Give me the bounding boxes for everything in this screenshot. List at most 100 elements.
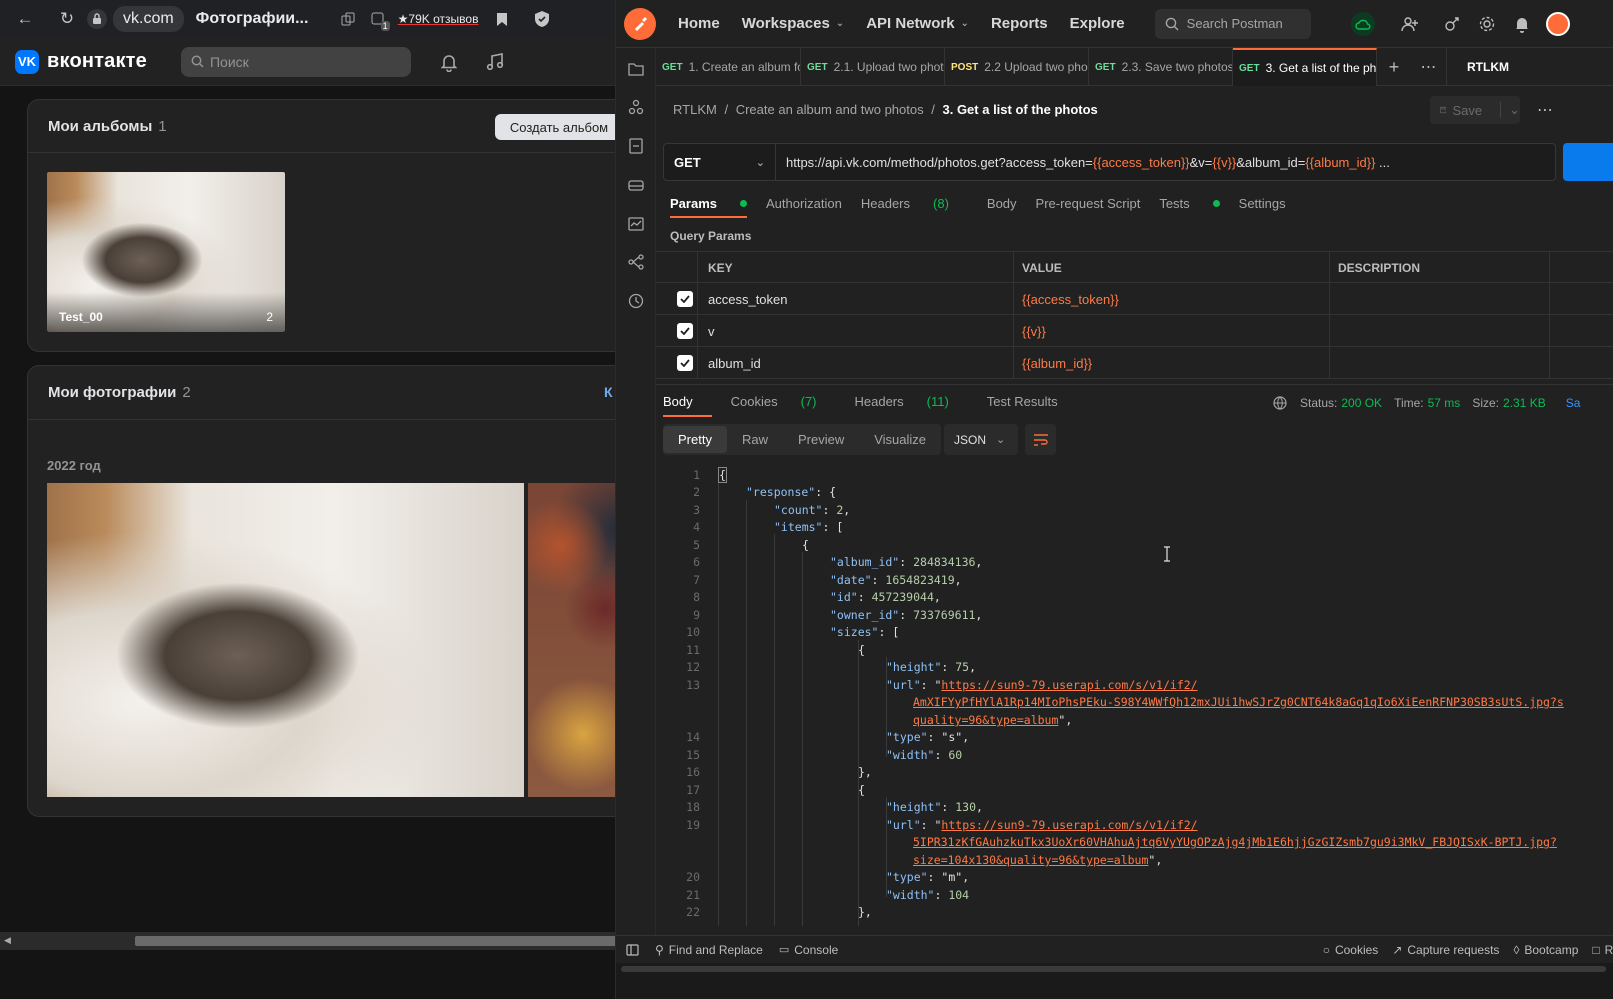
url-input[interactable]: https://api.vk.com/method/photos.get?acc…: [786, 155, 1390, 170]
send-button[interactable]: [1563, 143, 1613, 181]
scroll-left-icon[interactable]: ◀: [4, 935, 11, 946]
reload-icon[interactable]: ↻: [55, 7, 79, 31]
nav-reports[interactable]: Reports: [991, 15, 1048, 32]
response-body-editor[interactable]: 1{ 2 "response": { 3 "count": 2, 4 "items":…: [656, 464, 1613, 926]
checkbox[interactable]: [677, 291, 693, 307]
json-url-link[interactable]: https://sun9-79.userapi.com/s/v1/if2/: [941, 818, 1197, 832]
vk-search-input[interactable]: Поиск: [180, 46, 411, 77]
param-key[interactable]: album_id: [698, 347, 1014, 379]
back-icon[interactable]: ←: [13, 7, 37, 31]
param-value[interactable]: {{album_id}}: [1014, 347, 1330, 379]
tab-response-cookies[interactable]: Cookies (7): [731, 394, 836, 409]
photo-kitten[interactable]: [47, 483, 524, 797]
collections-icon[interactable]: [627, 60, 645, 78]
save-button[interactable]: Save ⌄: [1430, 96, 1520, 124]
runner-button[interactable]: □Ru: [1592, 943, 1613, 957]
tab-headers[interactable]: Headers (8): [861, 196, 968, 211]
param-description[interactable]: [1330, 315, 1550, 347]
reviews-link[interactable]: ★79K отзывов: [398, 12, 479, 26]
view-visualize[interactable]: Visualize: [859, 426, 941, 453]
more-options-icon[interactable]: ⋯: [1537, 100, 1553, 120]
nav-explore[interactable]: Explore: [1070, 15, 1125, 32]
postman-logo-icon[interactable]: [624, 7, 656, 40]
nav-home[interactable]: Home: [678, 15, 720, 32]
param-description[interactable]: [1330, 347, 1550, 379]
size-value[interactable]: 2.31 KB: [1503, 396, 1546, 410]
capture-requests-button[interactable]: ↗ Capture requests: [1392, 943, 1499, 957]
new-tab-icon[interactable]: +: [1377, 48, 1411, 86]
view-raw[interactable]: Raw: [727, 426, 783, 453]
time-value[interactable]: 57 ms: [1428, 396, 1461, 410]
lock-icon[interactable]: [87, 9, 107, 29]
monitors-icon[interactable]: [627, 215, 645, 233]
satellite-icon[interactable]: [1443, 15, 1461, 33]
create-album-button[interactable]: Создать альбом: [495, 114, 623, 140]
bell-icon[interactable]: [439, 52, 459, 72]
request-tab[interactable]: GET 2.1. Upload two phot: [801, 48, 945, 86]
globe-icon[interactable]: [1272, 395, 1288, 411]
tab-response-body[interactable]: Body: [663, 394, 712, 417]
photos-action-link[interactable]: К: [604, 384, 613, 400]
mock-servers-icon[interactable]: [627, 176, 645, 194]
url-domain[interactable]: vk.com: [113, 6, 184, 32]
view-pretty[interactable]: Pretty: [663, 426, 727, 453]
bootcamp-button[interactable]: ◊ Bootcamp: [1513, 943, 1578, 957]
method-select[interactable]: GET ⌄: [664, 144, 776, 180]
param-description[interactable]: [1330, 283, 1550, 315]
history-icon[interactable]: [627, 292, 645, 310]
tab-settings[interactable]: Settings: [1239, 196, 1286, 211]
json-url-link[interactable]: AmXIFYyPfHYlA1Rp14MIoPhsPEku-S98Y4WWfQh1…: [913, 695, 1564, 709]
param-key[interactable]: access_token: [698, 283, 1014, 315]
param-value[interactable]: {{v}}: [1014, 315, 1330, 347]
scrollbar-thumb[interactable]: [621, 966, 1606, 972]
tab-authorization[interactable]: Authorization: [766, 196, 842, 211]
breadcrumb-root[interactable]: RTLKM: [673, 102, 717, 117]
address-bar[interactable]: vk.com: [87, 6, 184, 32]
flows-icon[interactable]: [627, 253, 645, 271]
status-value[interactable]: 200 OK: [1341, 396, 1382, 410]
tab-test-results[interactable]: Test Results: [987, 394, 1058, 409]
view-preview[interactable]: Preview: [783, 426, 859, 453]
extension-icon[interactable]: 1: [366, 7, 390, 31]
bookmark-icon[interactable]: [490, 7, 514, 31]
album-thumbnail[interactable]: Test_00 2: [47, 172, 285, 332]
copy-icon[interactable]: [336, 7, 360, 31]
cookies-button[interactable]: ○ Cookies: [1323, 943, 1379, 957]
horizontal-scrollbar[interactable]: ◀: [0, 932, 632, 950]
toggle-sidebar-icon[interactable]: [626, 943, 639, 956]
chevron-down-icon[interactable]: ⌄: [1500, 102, 1520, 118]
nav-workspaces[interactable]: Workspaces ⌄: [742, 15, 845, 32]
environment-selector[interactable]: RTLKM: [1447, 48, 1567, 86]
tab-tests[interactable]: Tests: [1159, 196, 1220, 211]
find-replace-button[interactable]: ⚲ Find and Replace: [655, 943, 763, 957]
breadcrumb-folder[interactable]: Create an album and two photos: [736, 102, 924, 117]
sync-cloud-icon[interactable]: [1351, 12, 1375, 36]
invite-user-icon[interactable]: [1401, 15, 1419, 33]
format-select[interactable]: JSON ⌄: [944, 424, 1018, 455]
avatar[interactable]: [1546, 12, 1570, 36]
tab-response-headers[interactable]: Headers (11): [855, 394, 968, 409]
tab-prerequest-script[interactable]: Pre-request Script: [1036, 196, 1141, 211]
save-response-link[interactable]: Sa: [1566, 396, 1581, 410]
checkbox[interactable]: [677, 355, 693, 371]
request-tab[interactable]: POST 2.2 Upload two pho: [945, 48, 1089, 86]
checkbox[interactable]: [677, 323, 693, 339]
music-icon[interactable]: [485, 52, 505, 72]
json-url-link[interactable]: 5IPR31zKfGAuhzkuTkx3UoXr60VHAhuAjtq6VyYU…: [913, 835, 1557, 849]
window-bottom-scrollbar[interactable]: [616, 963, 1613, 999]
postman-search-input[interactable]: Search Postman: [1154, 8, 1311, 39]
console-button[interactable]: ▭ Console: [779, 943, 838, 957]
param-key[interactable]: v: [698, 315, 1014, 347]
request-tab[interactable]: GET 2.3. Save two photos: [1089, 48, 1233, 86]
gear-icon[interactable]: [1478, 15, 1496, 33]
json-url-link[interactable]: size=104x130&quality=96&type=album: [913, 853, 1148, 867]
wrap-lines-icon[interactable]: [1025, 424, 1056, 455]
more-tabs-icon[interactable]: ⋯: [1411, 48, 1447, 86]
shield-icon[interactable]: [530, 7, 554, 31]
tab-params[interactable]: Params: [670, 196, 747, 218]
param-value[interactable]: {{access_token}}: [1014, 283, 1330, 315]
tab-body[interactable]: Body: [987, 196, 1017, 211]
apis-icon[interactable]: [627, 98, 645, 116]
json-url-link[interactable]: https://sun9-79.userapi.com/s/v1/if2/: [941, 678, 1197, 692]
breadcrumb-current[interactable]: 3. Get a list of the photos: [942, 102, 1097, 117]
